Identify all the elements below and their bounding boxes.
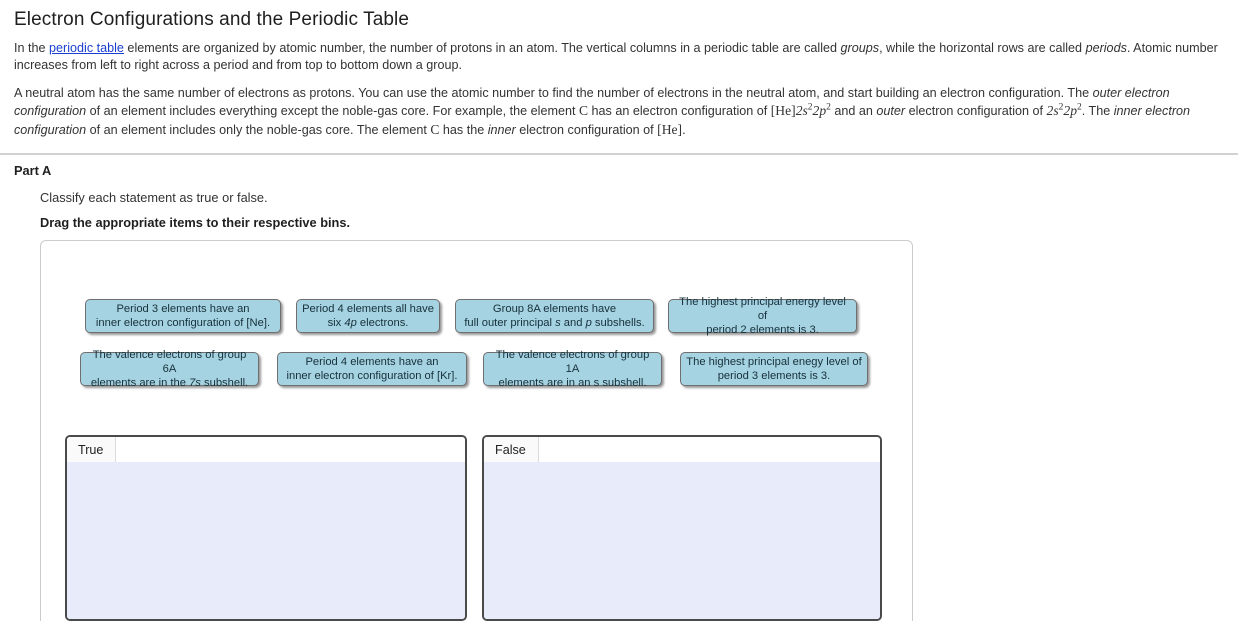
tile-line-1: Period 4 elements all have [302,303,434,315]
page-title: Electron Configurations and the Periodic… [14,9,410,30]
bin-label: True [67,437,117,462]
tile-period3-level3[interactable]: The highest principal enegy level of peri… [680,352,868,386]
p2-seg4: and an [830,104,877,119]
tile-line-1: The valence electrons of group 1A [495,349,650,375]
intro-paragraph-1: In the periodic table elements are organ… [14,40,1224,75]
tile-period4-kr[interactable]: Period 4 elements have an inner electron … [277,352,467,386]
p2-math-he-bracket: [He]2s22p2 [771,103,831,118]
p2-math-carbon-1: C [578,103,589,119]
p2-seg3: has an electron configuration of [588,104,771,119]
bin-drop-area[interactable] [484,462,880,619]
p2-seg5: electron configuration of [905,104,1047,119]
tile-text: The valence electrons of group 1A element… [489,348,656,390]
p2-seg10: . [682,122,686,137]
p2-seg7: of an element includes only the noble-ga… [86,122,431,137]
p2-math3-2s: 2s [1046,103,1059,119]
p1-seg2: elements are organized by atomic number,… [123,41,841,55]
tile-period4-4p[interactable]: Period 4 elements all have six 4p electro… [296,299,440,333]
drag-instruction: Drag the appropriate items to their resp… [40,215,351,230]
p2-seg6: . The [1081,104,1114,119]
section-divider [0,153,1238,155]
tile-line-2: six 4p electrons. [327,317,409,329]
tile-line-1: The valence electrons of group 6A [92,349,247,375]
p2-math-he-only: [He] [657,121,683,137]
p2-seg9: electron configuration of [515,122,658,137]
p2-math-2s: 2s [795,103,808,119]
p2-math-he-text: [He] [770,103,796,119]
tile-period3-ne[interactable]: Period 3 elements have an inner electron … [85,299,281,333]
tile-group1a-s[interactable]: The valence electrons of group 1A element… [483,349,662,389]
periodic-table-link[interactable]: periodic table [49,41,124,55]
bin-header: False [484,437,880,462]
bin-label: False [484,437,539,462]
part-a-label: Part A [14,163,52,178]
tile-group6a-7s[interactable]: The valence electrons of group 6A element… [80,349,259,389]
tile-line-2: inner electron configuration of [Kr]. [286,370,458,382]
tile-line-2: period 2 elements is 3. [706,324,819,336]
p2-seg8: has the [439,122,488,137]
tile-italic-term: 7s [189,377,201,389]
tile-line-2: elements are in an s subshell. [498,377,647,389]
p2-seg2: of an element includes everything except… [86,104,579,119]
tile-text: Group 8A elements have full outer princip… [464,302,644,330]
p2-em-inner: inner [487,122,516,137]
tile-line-2: full outer principal s and p subshells. [464,317,645,329]
p2-math-outer-config: 2s22p2 [1047,103,1082,118]
tile-line-2: period 3 elements is 3. [717,370,831,382]
bin-false[interactable]: False [482,435,882,621]
p1-em-periods: periods [1085,41,1127,55]
tile-group8a-subshells[interactable]: Group 8A elements have full outer princip… [455,299,654,333]
tile-line-1: Period 4 elements have an [305,356,439,368]
tile-text: Period 3 elements have an inner electron … [96,302,270,330]
tile-text: The highest principal enegy level of peri… [686,355,861,383]
page-root: Electron Configurations and the Periodic… [0,0,1238,621]
tile-text: The valence electrons of group 6A element… [86,348,253,390]
p1-em-groups: groups [840,41,880,55]
tile-line-1: Group 8A elements have [492,303,617,315]
bin-drop-area[interactable] [67,462,465,619]
tile-line-1: The highest principal enegy level of [686,356,862,368]
tile-text: Period 4 elements all have six 4p electro… [302,302,434,330]
p1-seg3: , while the horizontal rows are called [879,41,1086,55]
p2-seg1: A neutral atom has the same number of el… [14,86,1093,100]
tile-line-2: elements are in the 7s subshell. [90,377,249,389]
tile-line-1: The highest principal energy level of [679,296,846,322]
p2-math3-2p: 2p [1063,103,1077,119]
part-a-instruction: Classify each statement as true or false… [40,190,268,205]
tile-period2-level3[interactable]: The highest principal energy level of per… [668,296,857,336]
p2-em-outer: outer [876,104,906,119]
intro-paragraph-2: A neutral atom has the same number of el… [14,85,1224,139]
tile-italic-term: s [555,317,561,329]
bin-header: True [67,437,465,462]
p1-seg1: In the [14,41,50,55]
tile-line-2: inner electron configuration of [Ne]. [95,317,271,329]
tile-text: The highest principal energy level of per… [674,295,851,337]
tile-italic-term: 4p [344,317,357,329]
tile-italic-term-2: p [585,317,592,329]
p2-math-2p: 2p [812,103,827,119]
tile-text: Period 4 elements have an inner electron … [286,355,457,383]
tile-line-1: Period 3 elements have an [116,303,250,315]
bin-true[interactable]: True [65,435,467,621]
